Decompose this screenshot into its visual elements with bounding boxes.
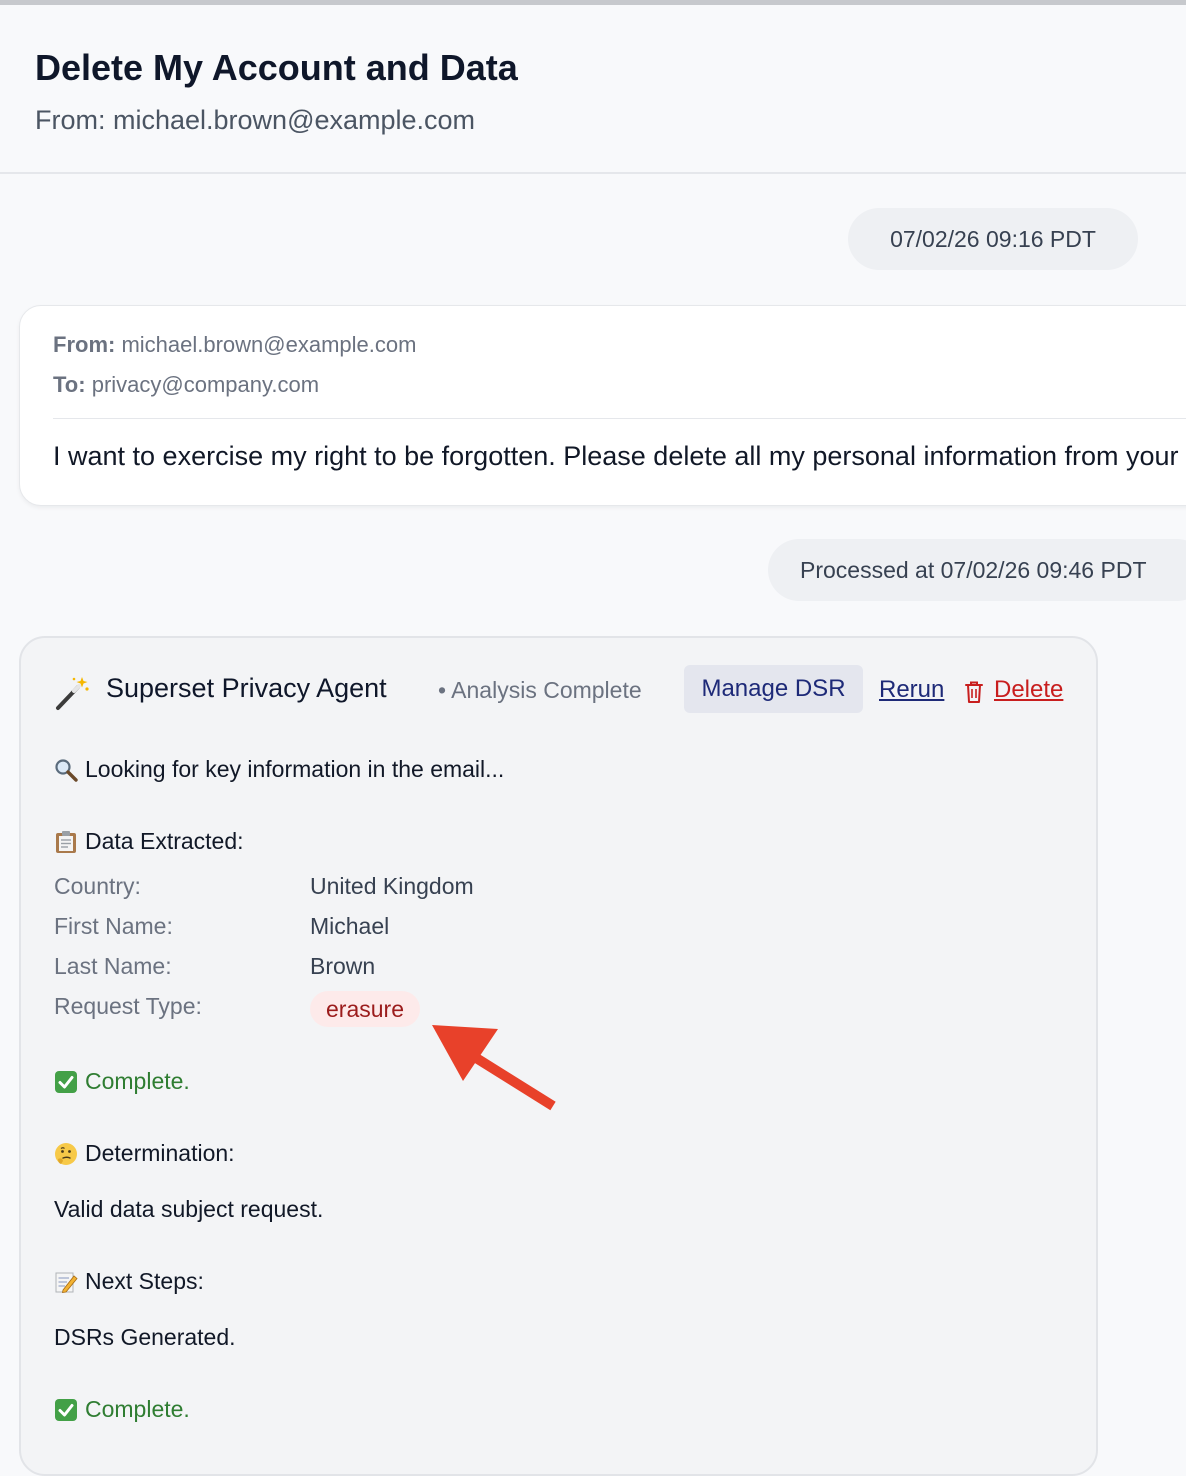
rerun-link[interactable]: Rerun	[879, 676, 944, 704]
magnifier-icon	[55, 758, 78, 782]
determination-heading: Determination:	[54, 1140, 235, 1167]
complete-text-2: Complete.	[85, 1396, 190, 1422]
complete-line-2: Complete.	[54, 1396, 190, 1423]
complete-line-1: Complete.	[54, 1068, 190, 1095]
email-from: From: michael.brown@example.com	[53, 332, 416, 358]
email-to: To: privacy@company.com	[53, 372, 319, 398]
to-label: To:	[53, 372, 86, 397]
field-value-first-name: Michael	[310, 913, 390, 939]
page-header: Delete My Account and Data From: michael…	[0, 5, 1186, 174]
field-label-request-type: Request Type:	[54, 993, 202, 1019]
determination-heading-text: Determination:	[85, 1140, 235, 1166]
magic-wand-icon	[56, 677, 89, 710]
thinking-face-icon	[55, 1142, 77, 1165]
next-steps-heading: Next Steps:	[54, 1268, 204, 1295]
agent-name: Superset Privacy Agent	[106, 673, 387, 703]
field-label-first-name: First Name:	[54, 913, 173, 939]
analysis-status: • Analysis Complete	[438, 677, 642, 703]
agent-header: Superset Privacy Agent • Analysis Comple…	[54, 665, 1074, 713]
determination-text: Valid data subject request.	[54, 1196, 324, 1222]
check-mark-icon	[55, 1398, 77, 1421]
email-divider	[53, 418, 1186, 419]
from-label: From:	[53, 332, 116, 357]
sender-subtitle: From: michael.brown@example.com	[35, 105, 476, 135]
trash-icon[interactable]	[964, 680, 984, 704]
from-value: michael.brown@example.com	[121, 332, 417, 357]
email-message-card: From: michael.brown@example.com To: priv…	[19, 305, 1186, 506]
looking-line: Looking for key information in the email…	[54, 756, 504, 783]
next-steps-heading-text: Next Steps:	[85, 1268, 204, 1294]
next-steps-text: DSRs Generated.	[54, 1324, 236, 1350]
clipboard-icon	[56, 830, 76, 853]
email-body: I want to exercise my right to be forgot…	[53, 441, 1186, 471]
extracted-heading: Data Extracted:	[54, 828, 244, 855]
field-label-last-name: Last Name:	[54, 953, 172, 979]
complete-text-1: Complete.	[85, 1068, 190, 1094]
manage-dsr-button[interactable]: Manage DSR	[684, 665, 863, 713]
looking-text: Looking for key information in the email…	[85, 756, 505, 782]
check-mark-icon	[55, 1070, 77, 1093]
received-timestamp: 07/02/26 09:16 PDT	[848, 208, 1138, 270]
field-value-country: United Kingdom	[310, 873, 474, 899]
page-title: Delete My Account and Data	[35, 47, 518, 88]
extracted-heading-text: Data Extracted:	[85, 828, 244, 854]
delete-link[interactable]: Delete	[994, 676, 1063, 704]
request-type-badge: erasure	[310, 991, 420, 1027]
field-label-country: Country:	[54, 873, 141, 899]
processed-timestamp: Processed at 07/02/26 09:46 PDT	[768, 539, 1186, 601]
annotation-arrow-icon	[432, 1025, 556, 1111]
to-value: privacy@company.com	[91, 372, 320, 397]
field-value-last-name: Brown	[310, 953, 376, 979]
memo-icon	[55, 1272, 78, 1293]
